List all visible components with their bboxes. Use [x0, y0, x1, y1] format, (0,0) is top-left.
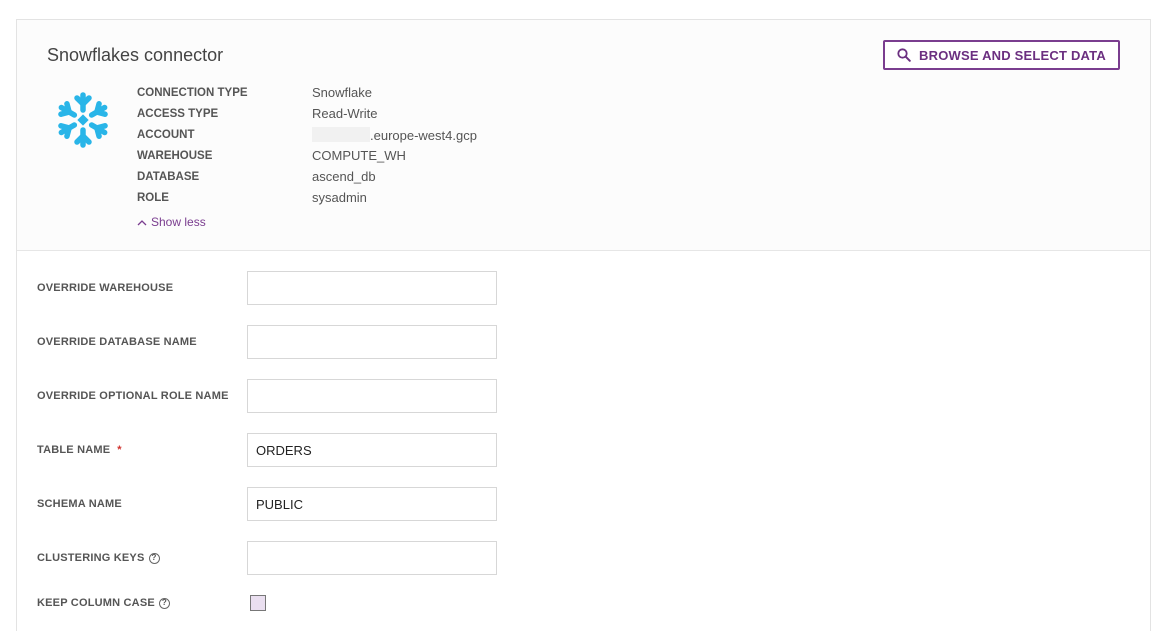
- override-database-input[interactable]: [247, 325, 497, 359]
- schema-name-input[interactable]: [247, 487, 497, 521]
- required-marker: *: [117, 444, 122, 456]
- detail-key: ACCESS TYPE: [137, 108, 219, 120]
- snowflake-logo-icon: [58, 92, 108, 148]
- detail-key: ACCOUNT: [137, 129, 195, 141]
- redacted-block: [312, 127, 370, 142]
- connector-panel: Snowflakes connector BROWSE AND SELECT D…: [16, 19, 1151, 631]
- label-text: OVERRIDE WAREHOUSE: [37, 282, 174, 294]
- account-suffix: .europe-west4.gcp: [370, 128, 477, 143]
- clustering-keys-input[interactable]: [247, 541, 497, 575]
- keep-column-case-label: KEEP COLUMN CASE?: [37, 586, 170, 620]
- connector-header: Snowflakes connector BROWSE AND SELECT D…: [17, 20, 1150, 251]
- detail-value: Read-Write: [312, 106, 378, 121]
- detail-key: WAREHOUSE: [137, 150, 213, 162]
- form-row-override-database: OVERRIDE DATABASE NAME: [17, 325, 1150, 359]
- form-row-override-role: OVERRIDE OPTIONAL ROLE NAME: [17, 379, 1150, 413]
- chevron-up-icon: [137, 219, 147, 225]
- detail-key: CONNECTION TYPE: [137, 87, 248, 99]
- detail-value-account: .europe-west4.gcp: [312, 127, 477, 144]
- label-text: OVERRIDE OPTIONAL ROLE NAME: [37, 390, 229, 402]
- form-row-override-warehouse: OVERRIDE WAREHOUSE: [17, 271, 1150, 305]
- schema-name-label: SCHEMA NAME: [37, 487, 122, 521]
- browse-and-select-data-button[interactable]: BROWSE AND SELECT DATA: [883, 40, 1120, 70]
- browse-button-label: BROWSE AND SELECT DATA: [919, 47, 1106, 63]
- show-less-label: Show less: [151, 215, 206, 229]
- label-text: OVERRIDE DATABASE NAME: [37, 336, 197, 348]
- label-text: KEEP COLUMN CASE: [37, 597, 155, 609]
- show-less-link[interactable]: Show less: [137, 215, 206, 229]
- page-title: Snowflakes connector: [47, 45, 224, 65]
- detail-value: Snowflake: [312, 85, 372, 100]
- form-row-keep-column-case: KEEP COLUMN CASE?: [17, 586, 1150, 620]
- form-row-schema-name: SCHEMA NAME: [17, 487, 1150, 521]
- search-icon: [897, 48, 911, 62]
- clustering-keys-label: CLUSTERING KEYS?: [37, 541, 160, 575]
- override-warehouse-input[interactable]: [247, 271, 497, 305]
- override-role-label: OVERRIDE OPTIONAL ROLE NAME: [37, 379, 229, 413]
- detail-key: ROLE: [137, 192, 169, 204]
- detail-key: DATABASE: [137, 171, 200, 183]
- table-name-input[interactable]: [247, 433, 497, 467]
- table-name-label: TABLE NAME *: [37, 433, 122, 467]
- keep-column-case-checkbox[interactable]: [250, 595, 266, 611]
- help-icon[interactable]: ?: [158, 597, 170, 609]
- detail-value: COMPUTE_WH: [312, 148, 406, 163]
- label-text: TABLE NAME: [37, 444, 111, 456]
- detail-value: ascend_db: [312, 169, 376, 184]
- help-icon[interactable]: ?: [148, 552, 160, 564]
- override-warehouse-label: OVERRIDE WAREHOUSE: [37, 271, 173, 305]
- detail-value: sysadmin: [312, 190, 367, 205]
- override-role-input[interactable]: [247, 379, 497, 413]
- form-row-table-name: TABLE NAME *: [17, 433, 1150, 467]
- override-database-label: OVERRIDE DATABASE NAME: [37, 325, 197, 359]
- label-text: SCHEMA NAME: [37, 498, 122, 510]
- label-text: CLUSTERING KEYS: [37, 552, 145, 564]
- form-row-clustering-keys: CLUSTERING KEYS?: [17, 541, 1150, 575]
